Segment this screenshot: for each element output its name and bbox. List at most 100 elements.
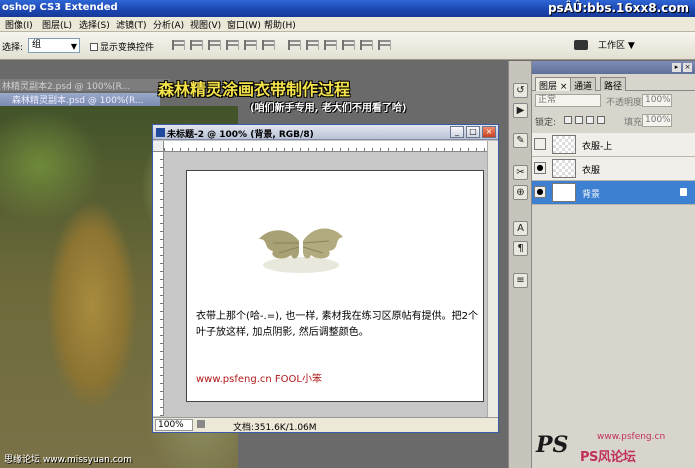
- distribute-right-icon[interactable]: [378, 40, 391, 50]
- fill-input[interactable]: 100%: [642, 114, 672, 127]
- layers-panel: ▸ × 图层 × 通道 路径 正常 不透明度: 100% 锁定: 填充: 100…: [532, 61, 695, 468]
- lock-label: 锁定:: [535, 118, 557, 128]
- show-transform-checkbox[interactable]: 显示变换控件: [90, 40, 154, 53]
- align-vcenter-icon[interactable]: [190, 40, 203, 50]
- document-size-info: 文档:351.6K/1.06M: [233, 423, 317, 433]
- align-hcenter-icon[interactable]: [244, 40, 257, 50]
- align-buttons: [172, 40, 391, 50]
- menu-layer[interactable]: 图层(L): [42, 18, 72, 31]
- vertical-ruler[interactable]: [153, 152, 164, 416]
- layer-name: 衣服: [582, 166, 601, 176]
- layer-row-background[interactable]: ● 背景: [532, 181, 695, 205]
- menu-bar: 图像(I) 图层(L) 选择(S) 滤镜(T) 分析(A) 视图(V) 窗口(W…: [0, 17, 695, 32]
- tool-presets-icon[interactable]: ✂: [513, 165, 528, 180]
- tutorial-url-credit: www.psfeng.cn FOOL小笨: [196, 374, 322, 385]
- layer-thumbnail: [552, 135, 576, 154]
- tab-paths[interactable]: 路径: [600, 77, 627, 92]
- opacity-input[interactable]: 100%: [642, 94, 672, 107]
- lock-transparency-icon[interactable]: [564, 116, 572, 124]
- layer-name: 背景: [582, 190, 601, 200]
- align-right-icon[interactable]: [262, 40, 275, 50]
- distribute-hcenter-icon[interactable]: [360, 40, 373, 50]
- chevron-down-icon: ▼: [70, 42, 77, 51]
- layer-thumbnail: [552, 159, 576, 178]
- background-doc-tab-1[interactable]: 林精灵副本2.psd @ 100%(R...: [0, 79, 170, 91]
- window-buttons: _ □ ×: [450, 126, 496, 138]
- status-menu-icon[interactable]: [197, 420, 205, 428]
- logo-site-url: www.psfeng.cn: [597, 432, 666, 442]
- minimize-button[interactable]: _: [450, 126, 464, 138]
- checkbox-box: [90, 43, 98, 51]
- bridge-icon[interactable]: [574, 40, 588, 50]
- distribute-bottom-icon[interactable]: [324, 40, 337, 50]
- menu-filter[interactable]: 滤镜(T): [116, 18, 147, 31]
- distribute-left-icon[interactable]: [342, 40, 355, 50]
- logo-forum-name: PS风论坛: [580, 450, 636, 465]
- paragraph-icon[interactable]: ¶: [513, 241, 528, 256]
- lock-row: 锁定: 填充: 100%: [532, 113, 695, 128]
- distribute-top-icon[interactable]: [288, 40, 301, 50]
- character-icon[interactable]: A: [513, 221, 528, 236]
- lock-icon: [680, 188, 687, 196]
- align-top-icon[interactable]: [172, 40, 185, 50]
- tab-channels[interactable]: 通道: [570, 77, 597, 92]
- opacity-label: 不透明度:: [606, 98, 646, 108]
- background-doc-tab-2[interactable]: 森林精灵副本.psd @ 100%(R...: [0, 93, 160, 106]
- actions-icon[interactable]: ▶: [513, 103, 528, 118]
- distribute-vcenter-icon[interactable]: [306, 40, 319, 50]
- lock-position-icon[interactable]: [586, 116, 594, 124]
- document-title-bar[interactable]: 未标题-2 @ 100% (背景, RGB/8) _ □ ×: [153, 125, 498, 140]
- document-status-bar: 100% 文档:351.6K/1.06M: [153, 417, 498, 433]
- lock-buttons: [564, 116, 605, 124]
- close-button[interactable]: ×: [482, 126, 496, 138]
- document-canvas[interactable]: 衣带上那个(哈-.=), 也一样, 素材我在练习区原帖有提供。把2个叶子放这样,…: [186, 170, 484, 402]
- visibility-toggle[interactable]: [534, 138, 546, 150]
- menu-view[interactable]: 视图(V): [190, 18, 221, 31]
- menu-select[interactable]: 选择(S): [79, 18, 110, 31]
- layer-comps-icon[interactable]: ≡: [513, 273, 528, 288]
- forum-credit: 思缘论坛 www.missyuan.com: [4, 455, 132, 465]
- eye-icon[interactable]: ●: [534, 162, 546, 174]
- blend-mode-select[interactable]: 正常: [535, 94, 601, 107]
- panel-tabs: 图层 × 通道 路径: [532, 77, 695, 92]
- options-bar: 选择: 组 ▼ 显示变换控件 工作区 ▼: [0, 32, 695, 60]
- menu-help[interactable]: 帮助(H): [264, 18, 296, 31]
- leaf-image: [259, 228, 343, 273]
- vertical-scrollbar[interactable]: [487, 141, 498, 417]
- select-label: 选择:: [2, 43, 24, 53]
- document-title: 未标题-2 @ 100% (背景, RGB/8): [167, 130, 314, 140]
- maximize-button[interactable]: □: [466, 126, 480, 138]
- blend-row: 正常 不透明度: 100%: [532, 93, 695, 109]
- auto-select-dropdown[interactable]: 组 ▼: [28, 38, 80, 53]
- tab-layers[interactable]: 图层 ×: [535, 77, 572, 92]
- history-icon[interactable]: ↺: [513, 83, 528, 98]
- tutorial-title: 森林精灵涂画衣带制作过程: [158, 80, 351, 99]
- layer-thumbnail: [552, 183, 576, 202]
- tutorial-subtitle: (咱们新手专用, 老大们不用看了哈): [250, 103, 407, 114]
- layer-row-clothes-top[interactable]: 衣服-上: [532, 133, 695, 157]
- panel-collapse-icon[interactable]: ▸: [672, 63, 681, 72]
- ruler-corner[interactable]: [153, 141, 164, 152]
- app-title: oshop CS3 Extended: [2, 2, 118, 13]
- menu-image[interactable]: 图像(I): [5, 18, 33, 31]
- horizontal-ruler[interactable]: [164, 141, 487, 152]
- eye-icon[interactable]: ●: [534, 186, 546, 198]
- lock-all-icon[interactable]: [597, 116, 605, 124]
- zoom-field[interactable]: 100%: [155, 419, 193, 431]
- show-transform-label: 显示变换控件: [100, 43, 155, 53]
- document-window: 未标题-2 @ 100% (背景, RGB/8) _ □ × 衣带上那个(哈-.…: [152, 124, 499, 433]
- align-bottom-icon[interactable]: [208, 40, 221, 50]
- brushes-icon[interactable]: ✎: [513, 133, 528, 148]
- workspace-button[interactable]: 工作区 ▼: [598, 38, 635, 51]
- panel-header[interactable]: ▸ ×: [532, 61, 695, 74]
- layer-name: 衣服-上: [582, 142, 613, 152]
- lock-pixels-icon[interactable]: [575, 116, 583, 124]
- menu-analysis[interactable]: 分析(A): [153, 18, 184, 31]
- layer-row-clothes[interactable]: ● 衣服: [532, 157, 695, 181]
- align-left-icon[interactable]: [226, 40, 239, 50]
- clone-source-icon[interactable]: ⊕: [513, 185, 528, 200]
- ps-logo: PS: [536, 432, 569, 458]
- menu-window[interactable]: 窗口(W): [227, 18, 261, 31]
- panel-close-icon[interactable]: ×: [683, 63, 692, 72]
- photoshop-doc-icon: [156, 128, 165, 137]
